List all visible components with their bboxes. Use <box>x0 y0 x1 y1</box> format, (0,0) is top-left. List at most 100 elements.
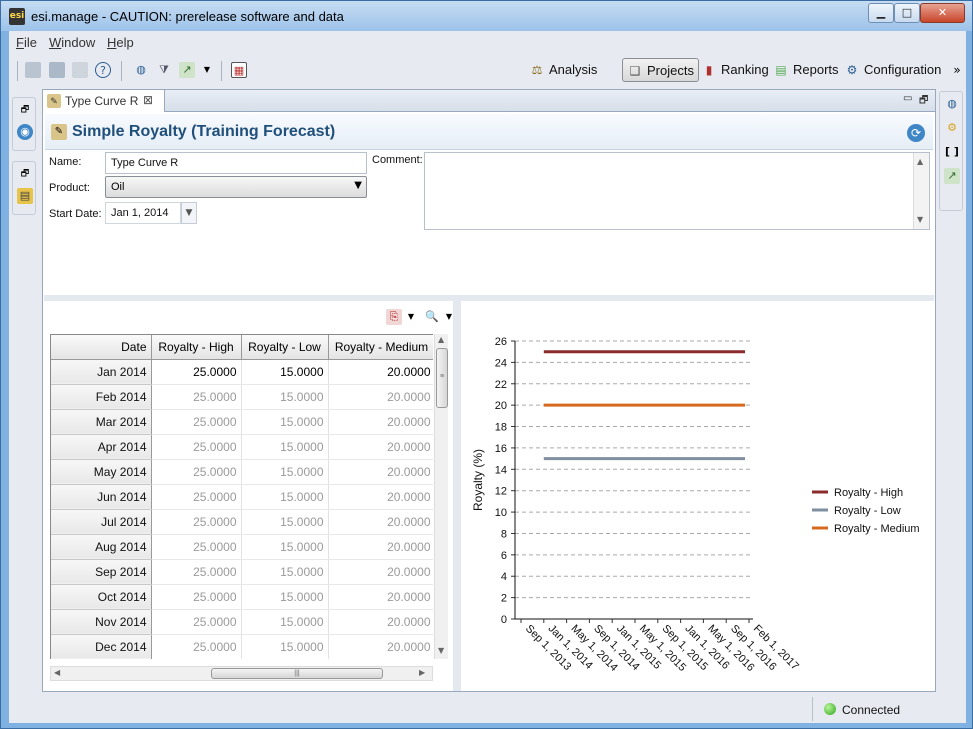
perspective-projects[interactable]: ❑ Projects <box>622 58 699 82</box>
start-date-field[interactable]: Jan 1, 2014 <box>105 202 181 224</box>
chevron-down-icon[interactable]: ▼ <box>199 62 215 78</box>
scroll-thumb[interactable]: ||| <box>211 668 383 679</box>
minimize-button[interactable]: ▁ <box>868 3 894 23</box>
table-row[interactable]: Nov 2014 25.0000 15.0000 20.0000 <box>51 609 433 635</box>
royalty-low-cell[interactable]: 15.0000 <box>241 534 329 560</box>
perspective-analysis[interactable]: ⚖ Analysis <box>525 58 601 82</box>
date-cell[interactable]: Jun 2014 <box>51 484 152 510</box>
restore-icon[interactable]: 🗗 <box>17 102 33 118</box>
globe-view-icon[interactable]: ◍ <box>944 96 960 112</box>
table-vertical-scrollbar[interactable]: ▲ ≡ ▼ <box>434 334 448 659</box>
minimize-view-icon[interactable]: ▭ <box>903 93 912 104</box>
royalty-high-cell[interactable]: 25.0000 <box>151 384 242 410</box>
perspective-configuration[interactable]: ⚙ Configuration <box>840 58 945 82</box>
refresh-icon[interactable]: ⟳ <box>907 124 925 142</box>
scroll-down-icon[interactable]: ▼ <box>917 215 923 224</box>
royalty-medium-cell[interactable]: 20.0000 <box>328 609 433 635</box>
toolbar-overflow-icon[interactable]: » <box>949 62 965 78</box>
royalty-medium-cell[interactable]: 20.0000 <box>328 384 433 410</box>
save-icon[interactable] <box>25 62 41 78</box>
print-icon[interactable] <box>72 62 88 78</box>
royalty-high-cell[interactable]: 25.0000 <box>151 434 242 460</box>
product-select[interactable]: Oil ▼ <box>105 176 367 198</box>
chart-view-icon[interactable]: ↗ <box>944 168 960 184</box>
royalty-high-cell[interactable]: 25.0000 <box>151 534 242 560</box>
royalty-medium-cell[interactable]: 20.0000 <box>328 359 433 385</box>
scroll-right-icon[interactable]: ▶ <box>419 668 425 677</box>
royalty-high-cell[interactable]: 25.0000 <box>151 559 242 585</box>
scroll-down-icon[interactable]: ▼ <box>438 646 444 655</box>
menu-file[interactable]: File <box>16 35 37 50</box>
date-cell[interactable]: Dec 2014 <box>51 634 152 659</box>
pane-splitter[interactable] <box>453 301 461 691</box>
column-header-royalty-medium[interactable]: Royalty - Medium <box>328 335 433 360</box>
royalty-low-cell[interactable]: 15.0000 <box>241 359 329 385</box>
table-row[interactable]: May 2014 25.0000 15.0000 20.0000 <box>51 459 433 485</box>
search-view-icon[interactable]: ⚙ <box>944 120 960 136</box>
table-row[interactable]: Dec 2014 25.0000 15.0000 20.0000 <box>51 634 433 659</box>
date-cell[interactable]: Jul 2014 <box>51 509 152 535</box>
table-horizontal-scrollbar[interactable]: ◀ ||| ▶ <box>50 666 433 681</box>
close-window-button[interactable]: ✕ <box>920 3 965 23</box>
date-cell[interactable]: Jan 2014 <box>51 359 152 385</box>
date-cell[interactable]: Oct 2014 <box>51 584 152 610</box>
calendar-icon[interactable]: ▦ <box>231 62 247 78</box>
column-header-royalty-high[interactable]: Royalty - High <box>151 335 242 360</box>
royalty-medium-cell[interactable]: 20.0000 <box>328 584 433 610</box>
search-wand-icon[interactable]: 🔍 <box>424 309 440 325</box>
table-row[interactable]: Jul 2014 25.0000 15.0000 20.0000 <box>51 509 433 535</box>
royalty-medium-cell[interactable]: 20.0000 <box>328 459 433 485</box>
table-row[interactable]: Jan 2014 25.0000 15.0000 20.0000 <box>51 359 433 385</box>
table-row[interactable]: Mar 2014 25.0000 15.0000 20.0000 <box>51 409 433 435</box>
export-icon[interactable]: ⎘ <box>386 309 402 325</box>
royalty-table[interactable]: Date Royalty - High Royalty - Low Royalt… <box>50 334 433 659</box>
help-icon[interactable]: ? <box>95 62 111 78</box>
royalty-low-cell[interactable]: 15.0000 <box>241 384 329 410</box>
date-cell[interactable]: Feb 2014 <box>51 384 152 410</box>
close-tab-icon[interactable]: ⊠ <box>143 93 153 107</box>
royalty-medium-cell[interactable]: 20.0000 <box>328 409 433 435</box>
comment-scrollbar[interactable]: ▲ ▼ <box>913 153 929 229</box>
chart-icon[interactable]: ↗ <box>179 62 195 78</box>
title-bar[interactable]: esi esi.manage - CAUTION: prerelease sof… <box>1 1 972 31</box>
royalty-medium-cell[interactable]: 20.0000 <box>328 634 433 659</box>
royalty-high-cell[interactable]: 25.0000 <box>151 634 242 659</box>
royalty-low-cell[interactable]: 15.0000 <box>241 434 329 460</box>
date-cell[interactable]: Nov 2014 <box>51 609 152 635</box>
filter-icon[interactable]: ⧩ <box>156 62 172 78</box>
royalty-medium-cell[interactable]: 20.0000 <box>328 534 433 560</box>
menu-help[interactable]: Help <box>107 35 134 50</box>
royalty-low-cell[interactable]: 15.0000 <box>241 609 329 635</box>
maximize-view-icon[interactable]: 🗗 <box>919 93 928 110</box>
date-cell[interactable]: May 2014 <box>51 459 152 485</box>
royalty-low-cell[interactable]: 15.0000 <box>241 409 329 435</box>
royalty-low-cell[interactable]: 15.0000 <box>241 459 329 485</box>
scroll-thumb[interactable]: ≡ <box>436 348 448 408</box>
name-field[interactable]: Type Curve R <box>105 152 367 174</box>
royalty-medium-cell[interactable]: 20.0000 <box>328 509 433 535</box>
maximize-button[interactable]: □ <box>894 3 920 23</box>
table-row[interactable]: Oct 2014 25.0000 15.0000 20.0000 <box>51 584 433 610</box>
royalty-low-cell[interactable]: 15.0000 <box>241 634 329 659</box>
royalty-high-cell[interactable]: 25.0000 <box>151 484 242 510</box>
editor-tab-type-curve-r[interactable]: ✎ Type Curve R ⊠ <box>43 90 165 112</box>
table-row[interactable]: Aug 2014 25.0000 15.0000 20.0000 <box>51 534 433 560</box>
date-cell[interactable]: Aug 2014 <box>51 534 152 560</box>
refresh-globe-icon[interactable]: ◍ <box>133 62 149 78</box>
save-all-icon[interactable] <box>49 62 65 78</box>
date-cell[interactable]: Sep 2014 <box>51 559 152 585</box>
royalty-low-cell[interactable]: 15.0000 <box>241 584 329 610</box>
royalty-low-cell[interactable]: 15.0000 <box>241 509 329 535</box>
menu-window[interactable]: Window <box>49 35 95 50</box>
date-cell[interactable]: Apr 2014 <box>51 434 152 460</box>
brackets-view-icon[interactable]: [ ] <box>944 144 960 160</box>
perspective-ranking[interactable]: ▮ Ranking <box>697 58 773 82</box>
scroll-left-icon[interactable]: ◀ <box>54 668 60 677</box>
navigator-view-icon[interactable]: ◉ <box>17 124 33 140</box>
perspective-reports[interactable]: ▤ Reports <box>769 58 843 82</box>
date-cell[interactable]: Mar 2014 <box>51 409 152 435</box>
royalty-medium-cell[interactable]: 20.0000 <box>328 559 433 585</box>
chevron-down-icon[interactable]: ▼ <box>403 309 419 325</box>
royalty-medium-cell[interactable]: 20.0000 <box>328 484 433 510</box>
scroll-up-icon[interactable]: ▲ <box>438 335 444 344</box>
